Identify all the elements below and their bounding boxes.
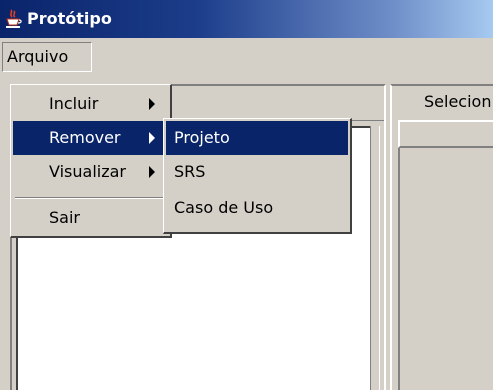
arquivo-dropdown-menu: Incluir Remover Visualizar Sair	[10, 84, 172, 238]
menu-item-visualizar[interactable]: Visualizar	[13, 155, 169, 189]
submenu-arrow-icon	[149, 132, 155, 144]
submenu-arrow-icon	[149, 98, 155, 110]
java-cup-icon	[4, 9, 22, 29]
right-panel: Selecion	[390, 84, 493, 390]
menu-item-label: Sair	[49, 208, 80, 227]
menu-item-label: Visualizar	[49, 162, 126, 181]
menu-item-remover[interactable]: Remover	[13, 121, 169, 155]
menu-item-label: Incluir	[49, 94, 99, 113]
left-panel-scrollbar[interactable]	[370, 126, 380, 390]
menu-item-sair[interactable]: Sair	[13, 201, 169, 235]
submenu-item-caso-de-uso[interactable]: Caso de Uso	[166, 191, 348, 225]
title-bar[interactable]: Protótipo	[0, 0, 493, 38]
window-title: Protótipo	[27, 9, 112, 28]
menu-arquivo[interactable]: Arquivo	[2, 42, 92, 72]
submenu-item-srs[interactable]: SRS	[166, 155, 348, 189]
right-panel-header	[398, 120, 493, 148]
submenu-arrow-icon	[149, 166, 155, 178]
menu-item-label: Remover	[49, 128, 121, 147]
app-window: Protótipo Arquivo Selecion Incluir Remov…	[0, 0, 493, 390]
menu-bar: Arquivo	[0, 38, 493, 74]
submenu-item-projeto[interactable]: Projeto	[166, 121, 348, 155]
submenu-item-label: Caso de Uso	[174, 198, 274, 217]
submenu-item-label: SRS	[174, 162, 206, 181]
right-panel-label: Selecion	[424, 92, 492, 111]
submenu-item-label: Projeto	[174, 128, 230, 147]
menu-item-incluir[interactable]: Incluir	[13, 87, 169, 121]
remover-submenu: Projeto SRS Caso de Uso	[163, 118, 352, 234]
right-panel-body	[398, 148, 493, 390]
menu-separator	[15, 197, 167, 199]
